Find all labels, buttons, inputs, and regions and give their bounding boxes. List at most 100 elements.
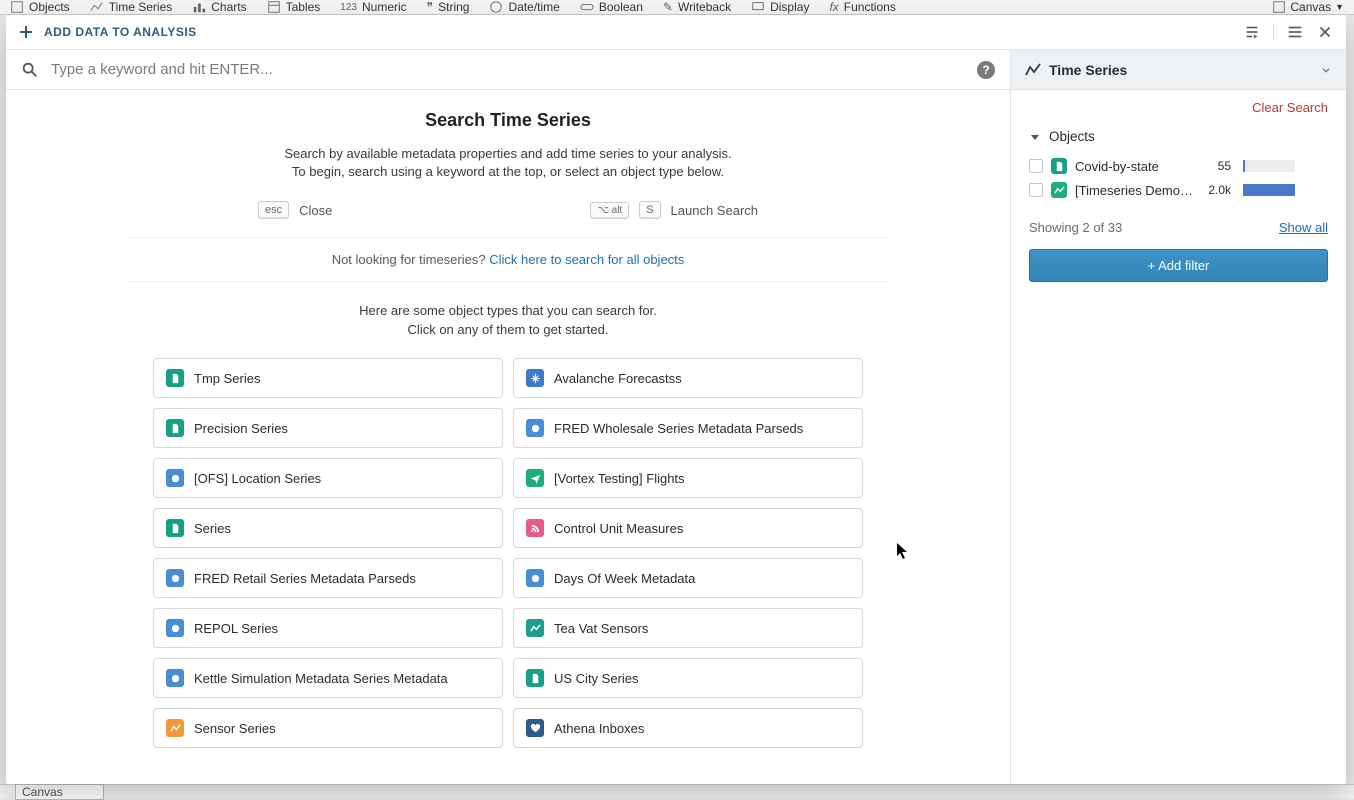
object-type-card[interactable]: Tmp Series bbox=[153, 358, 503, 398]
object-type-card[interactable]: Precision Series bbox=[153, 408, 503, 448]
object-type-icon bbox=[166, 669, 184, 687]
object-count: 2.0k bbox=[1203, 183, 1231, 197]
object-type-label: Avalanche Forecastss bbox=[554, 371, 682, 386]
object-type-label: US City Series bbox=[554, 671, 639, 686]
object-type-label: Precision Series bbox=[194, 421, 288, 436]
object-type-label: Series bbox=[194, 521, 231, 536]
timeseries-icon bbox=[1025, 62, 1041, 78]
object-type-card[interactable]: Sensor Series bbox=[153, 708, 503, 748]
object-type-label: FRED Retail Series Metadata Parseds bbox=[194, 571, 416, 586]
collapse-icon[interactable] bbox=[1243, 23, 1261, 41]
header-separator bbox=[1273, 23, 1274, 41]
object-type-icon bbox=[166, 469, 184, 487]
object-icon bbox=[1051, 182, 1067, 198]
kbd-alt: ⌥ alt bbox=[590, 202, 629, 219]
object-type-label: [OFS] Location Series bbox=[194, 471, 321, 486]
checkbox[interactable] bbox=[1029, 183, 1043, 197]
bg-canvas-dropdown[interactable]: Canvas▼ bbox=[1272, 0, 1344, 14]
objects-section-header[interactable]: Objects bbox=[1029, 129, 1328, 144]
bg-tab-string[interactable]: ❞String bbox=[427, 0, 470, 14]
object-type-label: Sensor Series bbox=[194, 721, 276, 736]
sidebar-header[interactable]: Time Series bbox=[1011, 50, 1346, 90]
bottom-canvas-label[interactable]: Canvas bbox=[15, 784, 104, 800]
main-scroll-area[interactable]: Search Time Series Search by available m… bbox=[6, 90, 1010, 784]
object-type-icon bbox=[526, 419, 544, 437]
bg-tab-display[interactable]: Display bbox=[751, 0, 809, 14]
object-type-card[interactable]: Avalanche Forecastss bbox=[513, 358, 863, 398]
object-type-card[interactable]: Kettle Simulation Metadata Series Metada… bbox=[153, 658, 503, 698]
object-type-card[interactable]: FRED Wholesale Series Metadata Parseds bbox=[513, 408, 863, 448]
object-type-label: Days Of Week Metadata bbox=[554, 571, 695, 586]
show-all-link[interactable]: Show all bbox=[1279, 220, 1328, 235]
object-type-icon bbox=[166, 419, 184, 437]
object-type-icon bbox=[526, 669, 544, 687]
object-type-icon bbox=[526, 519, 544, 537]
object-name: Covid-by-state bbox=[1075, 159, 1195, 174]
object-type-label: Control Unit Measures bbox=[554, 521, 683, 536]
object-type-card[interactable]: Control Unit Measures bbox=[513, 508, 863, 548]
showing-row: Showing 2 of 33 Show all bbox=[1011, 210, 1346, 249]
bg-tab-datetime[interactable]: Date/time bbox=[489, 0, 559, 14]
object-type-icon bbox=[526, 619, 544, 637]
object-type-icon bbox=[526, 469, 544, 487]
object-type-card[interactable]: Tea Vat Sensors bbox=[513, 608, 863, 648]
object-type-card[interactable]: Athena Inboxes bbox=[513, 708, 863, 748]
bg-tab-tables[interactable]: Tables bbox=[267, 0, 321, 14]
object-type-card[interactable]: Days Of Week Metadata bbox=[513, 558, 863, 598]
object-type-card[interactable]: Series bbox=[153, 508, 503, 548]
object-type-label: Athena Inboxes bbox=[554, 721, 644, 736]
object-count: 55 bbox=[1203, 159, 1231, 173]
checkbox[interactable] bbox=[1029, 159, 1043, 173]
object-type-label: Tmp Series bbox=[194, 371, 260, 386]
shortcut-row: esc Close ⌥ alt S Launch Search bbox=[128, 201, 888, 237]
object-type-label: FRED Wholesale Series Metadata Parseds bbox=[554, 421, 803, 436]
kbd-s: S bbox=[639, 201, 660, 219]
bg-tab-charts[interactable]: Charts bbox=[192, 0, 246, 14]
object-type-label: [Vortex Testing] Flights bbox=[554, 471, 685, 486]
page-description: Search by available metadata properties … bbox=[128, 145, 888, 181]
close-icon[interactable] bbox=[1316, 23, 1334, 41]
launch-shortcut-label: Launch Search bbox=[671, 203, 758, 218]
search-bar: ? bbox=[6, 50, 1010, 90]
object-type-card[interactable]: [OFS] Location Series bbox=[153, 458, 503, 498]
sidebar-title: Time Series bbox=[1049, 62, 1127, 78]
bg-tab-timeseries[interactable]: Time Series bbox=[90, 0, 173, 14]
clear-search-link[interactable]: Clear Search bbox=[1252, 100, 1328, 115]
bg-tab-functions[interactable]: fxFunctions bbox=[829, 0, 895, 14]
showing-count: Showing 2 of 33 bbox=[1029, 220, 1122, 235]
object-type-card[interactable]: [Vortex Testing] Flights bbox=[513, 458, 863, 498]
count-bar bbox=[1243, 184, 1295, 196]
object-type-card[interactable]: REPOL Series bbox=[153, 608, 503, 648]
object-type-icon bbox=[526, 719, 544, 737]
search-icon bbox=[21, 61, 39, 79]
search-all-objects-link[interactable]: Click here to search for all objects bbox=[489, 252, 684, 267]
object-type-icon bbox=[166, 569, 184, 587]
plus-icon bbox=[18, 24, 34, 40]
close-shortcut-label: Close bbox=[299, 203, 332, 218]
object-type-icon bbox=[526, 369, 544, 387]
object-type-card[interactable]: FRED Retail Series Metadata Parseds bbox=[153, 558, 503, 598]
add-data-modal: ADD DATA TO ANALYSIS ? Search Time Serie… bbox=[6, 15, 1346, 784]
alt-search-row: Not looking for timeseries? Click here t… bbox=[128, 237, 888, 282]
add-filter-button[interactable]: + Add filter bbox=[1029, 249, 1328, 282]
chevron-down-icon bbox=[1029, 131, 1041, 143]
object-filter-row[interactable]: [Timeseries Demo] Stock S 2.0k bbox=[1029, 178, 1328, 202]
object-type-icon bbox=[166, 519, 184, 537]
search-input[interactable] bbox=[51, 61, 977, 78]
page-title: Search Time Series bbox=[128, 110, 888, 131]
object-filter-row[interactable]: Covid-by-state 55 bbox=[1029, 154, 1328, 178]
object-type-label: Tea Vat Sensors bbox=[554, 621, 648, 636]
object-type-grid: Tmp Series Avalanche Forecastss Precision … bbox=[128, 358, 888, 748]
bg-tab-numeric[interactable]: 123Numeric bbox=[340, 0, 406, 14]
bg-tab-writeback[interactable]: ✎Writeback bbox=[663, 0, 731, 14]
sidebar: Time Series Clear Search Objects Covid-b… bbox=[1010, 50, 1346, 784]
background-tab-bar: Objects Time Series Charts Tables 123Num… bbox=[0, 0, 1354, 15]
help-icon[interactable]: ? bbox=[977, 61, 995, 79]
object-type-card[interactable]: US City Series bbox=[513, 658, 863, 698]
chevron-down-icon[interactable] bbox=[1320, 64, 1332, 76]
menu-icon[interactable] bbox=[1286, 23, 1304, 41]
bg-tab-objects[interactable]: Objects bbox=[10, 0, 70, 14]
bg-tab-boolean[interactable]: Boolean bbox=[580, 0, 643, 14]
object-name: [Timeseries Demo] Stock S bbox=[1075, 183, 1195, 198]
modal-header: ADD DATA TO ANALYSIS bbox=[6, 15, 1346, 50]
